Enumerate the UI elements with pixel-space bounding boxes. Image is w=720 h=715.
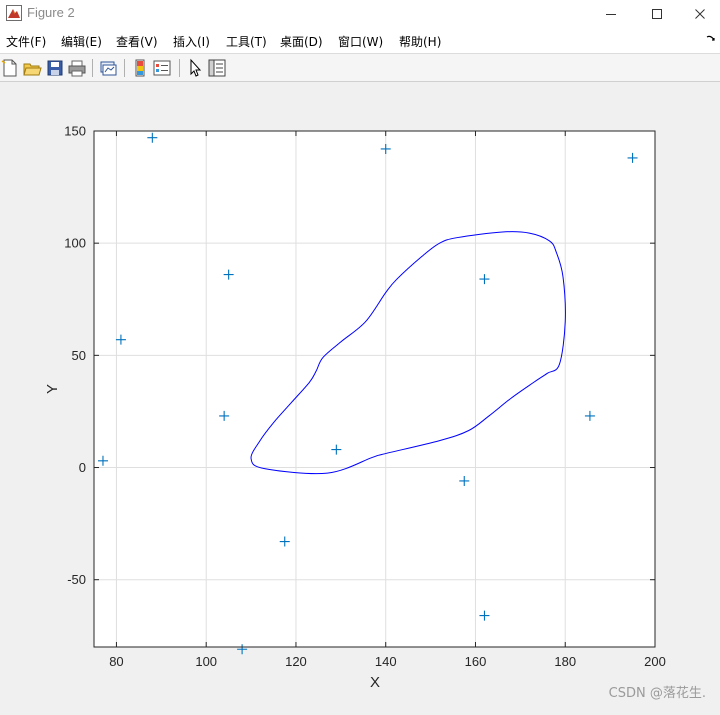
close-button[interactable] bbox=[680, 0, 720, 27]
scatter-plot[interactable]: 80 100 120 140 160 180 200 -50 0 50 100 150 X Y bbox=[0, 82, 720, 711]
menu-bar: 文件(F) 编辑(E) 查看(V) 插入(I) 工具(T) 桌面(D) 窗口(W… bbox=[0, 28, 720, 54]
insert-legend-icon[interactable] bbox=[152, 58, 172, 78]
figure-toolbar bbox=[0, 54, 720, 82]
matlab-figure-icon bbox=[6, 5, 22, 21]
x-tick-label: 140 bbox=[375, 654, 397, 669]
menu-tools[interactable]: 工具(T) bbox=[226, 33, 267, 50]
link-plot-icon[interactable] bbox=[98, 58, 118, 78]
minimize-button[interactable] bbox=[588, 0, 634, 27]
axes-background bbox=[94, 131, 655, 647]
open-file-icon[interactable] bbox=[22, 58, 42, 78]
y-tick-label: 150 bbox=[64, 124, 86, 139]
y-tick-label: -50 bbox=[67, 572, 86, 587]
minimize-icon bbox=[606, 13, 616, 15]
edit-plot-icon[interactable] bbox=[185, 58, 205, 78]
y-tick-label: 100 bbox=[64, 236, 86, 251]
menu-insert[interactable]: 插入(I) bbox=[173, 33, 210, 50]
x-tick-label: 200 bbox=[644, 654, 666, 669]
menu-window[interactable]: 窗口(W) bbox=[338, 33, 383, 50]
y-tick-label: 50 bbox=[72, 348, 86, 363]
window-titlebar: Figure 2 bbox=[0, 0, 720, 28]
new-figure-icon[interactable] bbox=[0, 58, 20, 78]
x-tick-label: 160 bbox=[465, 654, 487, 669]
close-icon bbox=[695, 8, 705, 19]
toolbar-separator bbox=[92, 59, 93, 77]
toolbar-separator bbox=[179, 59, 180, 77]
window-title: Figure 2 bbox=[27, 5, 75, 20]
menu-desktop[interactable]: 桌面(D) bbox=[280, 33, 323, 50]
x-tick-label: 100 bbox=[195, 654, 217, 669]
x-tick-label: 120 bbox=[285, 654, 307, 669]
y-axis-label: Y bbox=[44, 384, 61, 394]
menu-edit[interactable]: 编辑(E) bbox=[61, 33, 102, 50]
x-axis-label: X bbox=[370, 674, 380, 691]
menu-file[interactable]: 文件(F) bbox=[6, 33, 46, 50]
figure-canvas: 80 100 120 140 160 180 200 -50 0 50 100 150 X Y bbox=[0, 82, 720, 715]
y-tick-label: 0 bbox=[79, 460, 86, 475]
menu-help[interactable]: 帮助(H) bbox=[399, 33, 441, 50]
x-tick-label: 80 bbox=[109, 654, 123, 669]
watermark-text: CSDN @落花生. bbox=[608, 686, 706, 701]
property-inspector-icon[interactable] bbox=[207, 58, 227, 78]
x-tick-label: 180 bbox=[554, 654, 576, 669]
toolbar-separator bbox=[124, 59, 125, 77]
menu-view[interactable]: 查看(V) bbox=[116, 33, 158, 50]
curved-arrow-icon[interactable] bbox=[706, 34, 716, 44]
insert-colorbar-icon[interactable] bbox=[130, 58, 150, 78]
print-icon[interactable] bbox=[67, 58, 87, 78]
maximize-button[interactable] bbox=[634, 0, 680, 27]
save-icon[interactable] bbox=[45, 58, 65, 78]
maximize-icon bbox=[652, 8, 662, 19]
